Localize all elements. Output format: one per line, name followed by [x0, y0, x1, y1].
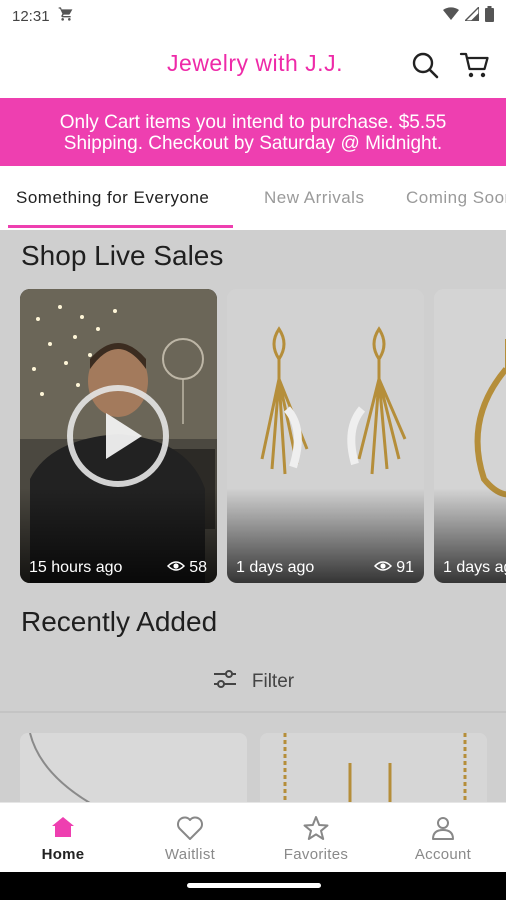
- live-sale-card[interactable]: 1 days ago: [434, 289, 506, 583]
- home-gesture-handle[interactable]: [187, 883, 321, 888]
- view-count: 91: [396, 559, 414, 576]
- live-sale-card[interactable]: 15 hours ago 58: [20, 289, 217, 583]
- main-content: Shop Live Sales 15 hours ago 58 1 days a…: [0, 230, 506, 802]
- card-views: 58: [167, 559, 207, 577]
- nav-home[interactable]: Home: [0, 803, 126, 873]
- tab-new-arrivals[interactable]: New Arrivals: [264, 188, 364, 208]
- divider: [0, 711, 506, 713]
- person-icon: [430, 815, 456, 846]
- nav-favorites[interactable]: Favorites: [253, 803, 379, 873]
- active-tab-indicator: [8, 225, 233, 228]
- filter-label: Filter: [251, 671, 295, 692]
- nav-account-label: Account: [414, 846, 472, 863]
- home-icon: [50, 815, 76, 844]
- cart-notification-icon: [58, 6, 74, 26]
- live-sale-card[interactable]: 1 days ago 91: [227, 289, 424, 583]
- system-gesture-bar: [0, 872, 506, 900]
- banner-line-1: Only Cart items you intend to purchase. …: [59, 112, 447, 133]
- product-card[interactable]: [260, 733, 487, 802]
- eye-icon: [374, 559, 393, 577]
- shop-live-sales-title: Shop Live Sales: [21, 240, 224, 271]
- star-icon: [302, 815, 330, 846]
- filter-button[interactable]: Filter: [0, 662, 506, 702]
- recently-added-title: Recently Added: [21, 606, 218, 637]
- nav-waitlist[interactable]: Waitlist: [127, 803, 253, 873]
- promo-banner: Only Cart items you intend to purchase. …: [0, 98, 506, 166]
- card-time: 1 days ago: [236, 559, 315, 576]
- card-time: 1 days ago: [443, 559, 506, 576]
- nav-waitlist-label: Waitlist: [164, 846, 216, 863]
- product-thumbnail: [260, 733, 487, 802]
- nav-home-label: Home: [41, 846, 85, 863]
- banner-line-2: Shipping. Checkout by Saturday @ Midnigh…: [63, 133, 443, 154]
- filter-icon: [212, 668, 238, 696]
- card-time: 15 hours ago: [29, 559, 123, 576]
- status-bar: 12:31: [0, 0, 506, 32]
- tab-coming-soon[interactable]: Coming Soon: [406, 188, 506, 208]
- wifi-icon: [443, 7, 459, 25]
- heart-icon: [176, 815, 204, 846]
- app-header: Jewelry with J.J.: [0, 32, 506, 98]
- tab-something-for-everyone[interactable]: Something for Everyone: [16, 188, 209, 208]
- product-thumbnail: [20, 733, 247, 802]
- category-tabs: Something for Everyone New Arrivals Comi…: [0, 166, 506, 230]
- nav-account[interactable]: Account: [380, 803, 506, 873]
- card-views: 91: [374, 559, 414, 577]
- shopping-cart-icon[interactable]: [459, 49, 491, 81]
- eye-icon: [167, 559, 186, 577]
- search-icon[interactable]: [409, 49, 441, 81]
- bottom-nav: Home Waitlist Favorites Account: [0, 802, 506, 872]
- view-count: 58: [189, 559, 207, 576]
- nav-favorites-label: Favorites: [283, 846, 349, 863]
- status-time: 12:31: [12, 7, 50, 25]
- product-card[interactable]: [20, 733, 247, 802]
- signal-icon: [463, 5, 480, 25]
- battery-icon: [485, 6, 494, 26]
